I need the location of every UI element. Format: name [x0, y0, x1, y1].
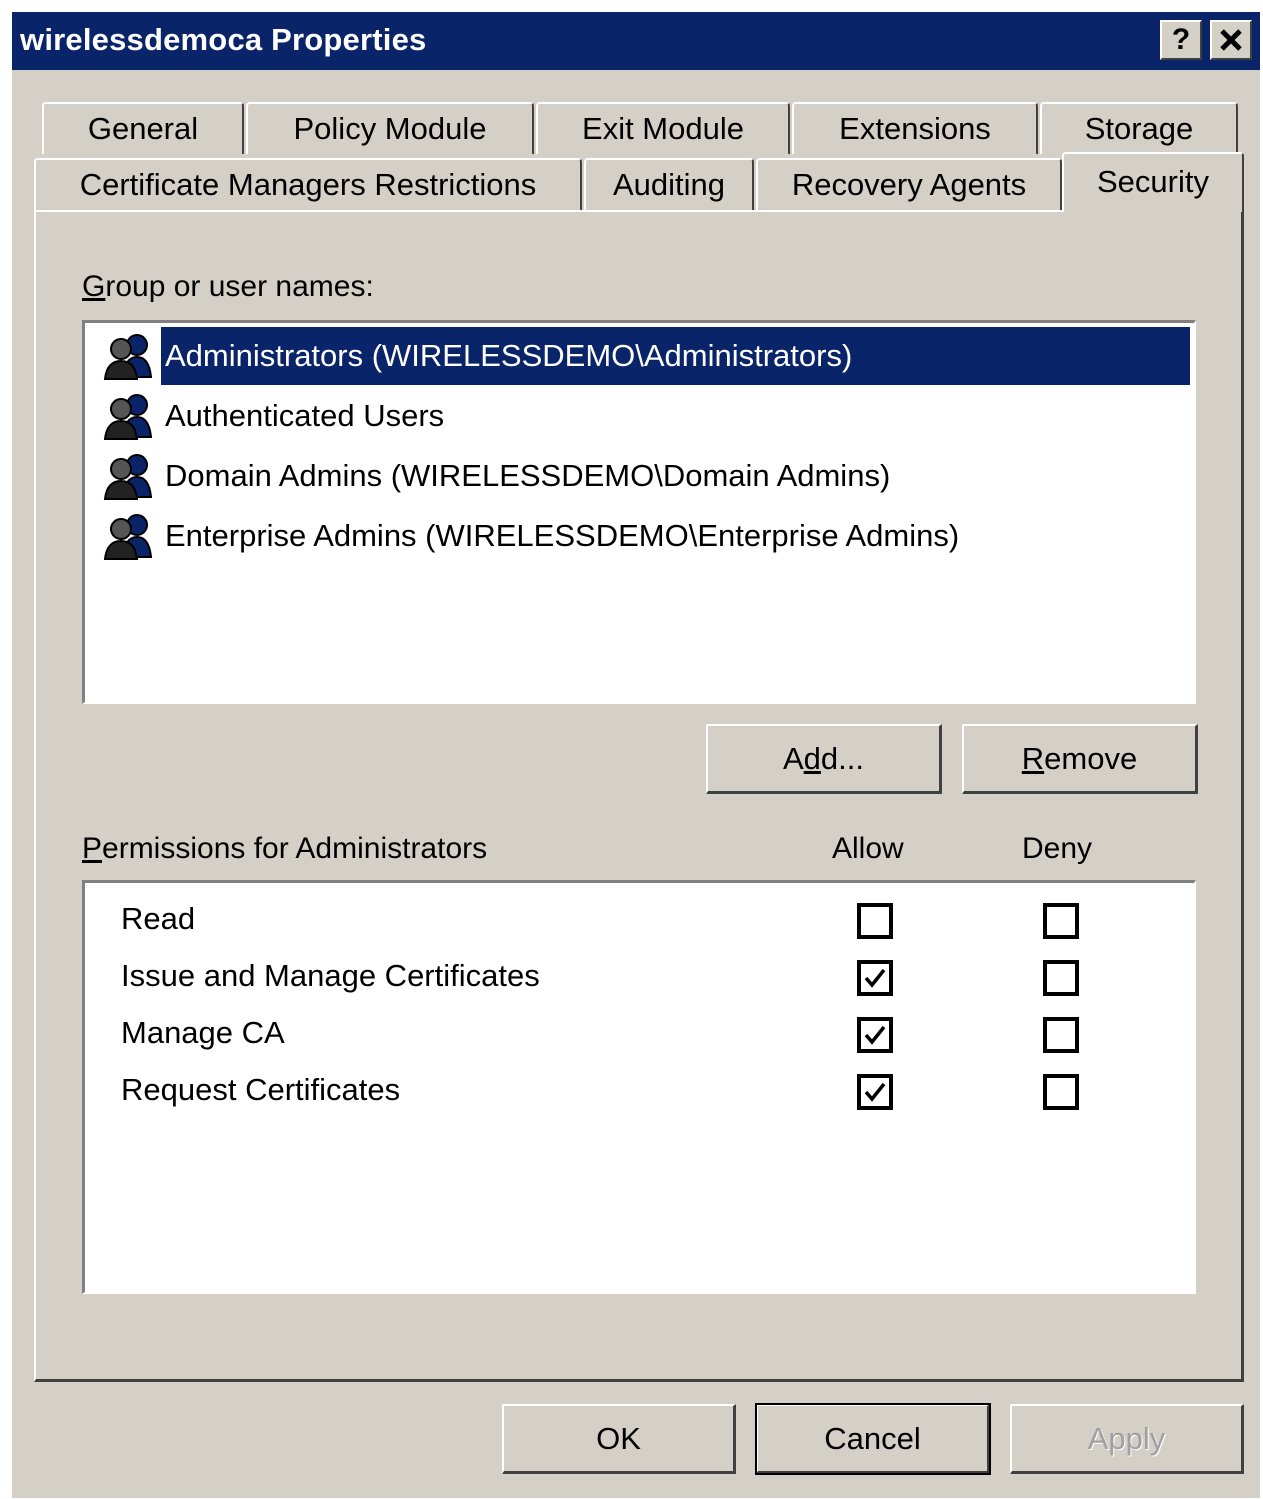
- apply-button[interactable]: Apply: [1010, 1404, 1244, 1474]
- permission-name: Read: [121, 901, 196, 936]
- tab-policy-module[interactable]: Policy Module: [246, 102, 534, 154]
- permissions-list: Read Issue and Manage Certificates Manag…: [82, 880, 1196, 1294]
- user-group-icon: [103, 334, 153, 380]
- deny-read-checkbox[interactable]: [1043, 903, 1079, 939]
- permission-name: Manage CA: [121, 1015, 285, 1050]
- permission-name: Request Certificates: [121, 1072, 401, 1107]
- help-button[interactable]: ?: [1160, 20, 1202, 60]
- tab-security[interactable]: Security: [1062, 152, 1244, 212]
- group-or-user-names-label: Group or user names:: [82, 270, 374, 303]
- allow-request-certificates-checkbox[interactable]: [857, 1074, 893, 1110]
- window-title: wirelessdemoca Properties: [20, 22, 427, 57]
- checkmark-icon: [864, 1082, 886, 1102]
- tab-exit-module[interactable]: Exit Module: [536, 102, 790, 154]
- remove-button[interactable]: Remove: [962, 724, 1198, 794]
- ok-button[interactable]: OK: [502, 1404, 736, 1474]
- tab-certificate-managers-restrictions[interactable]: Certificate Managers Restrictions: [34, 158, 582, 210]
- security-panel: Group or user names: Administrators (WIR…: [34, 210, 1244, 1382]
- add-button[interactable]: Add...: [706, 724, 942, 794]
- deny-column-header: Deny: [1022, 832, 1093, 865]
- close-button[interactable]: [1210, 20, 1252, 60]
- properties-dialog: wirelessdemoca Properties ? General Poli…: [12, 12, 1260, 1498]
- user-group-icon: [103, 394, 153, 440]
- cancel-button[interactable]: Cancel: [755, 1403, 991, 1475]
- tab-recovery-agents[interactable]: Recovery Agents: [756, 158, 1062, 210]
- allow-issue-manage-checkbox[interactable]: [857, 960, 893, 996]
- deny-request-certificates-checkbox[interactable]: [1043, 1074, 1079, 1110]
- user-label: Enterprise Admins (WIRELESSDEMO\Enterpri…: [165, 518, 960, 553]
- allow-manage-ca-checkbox[interactable]: [857, 1017, 893, 1053]
- tab-extensions[interactable]: Extensions: [792, 102, 1038, 154]
- user-group-icon: [103, 514, 153, 560]
- user-label: Authenticated Users: [165, 398, 445, 433]
- title-bar[interactable]: wirelessdemoca Properties ?: [12, 12, 1260, 70]
- tab-storage[interactable]: Storage: [1040, 102, 1238, 154]
- permissions-label: Permissions for Administrators: [82, 832, 488, 865]
- allow-column-header: Allow: [832, 832, 904, 865]
- list-item-administrators[interactable]: Administrators (WIRELESSDEMO\Administrat…: [101, 327, 1190, 385]
- user-group-icon: [103, 454, 153, 500]
- checkmark-icon: [864, 1025, 886, 1045]
- tab-auditing[interactable]: Auditing: [584, 158, 754, 210]
- close-icon: [1220, 29, 1242, 51]
- user-list[interactable]: Administrators (WIRELESSDEMO\Administrat…: [82, 320, 1196, 704]
- deny-manage-ca-checkbox[interactable]: [1043, 1017, 1079, 1053]
- permission-name: Issue and Manage Certificates: [121, 958, 540, 993]
- tab-general[interactable]: General: [42, 102, 244, 154]
- list-item-enterprise-admins[interactable]: Enterprise Admins (WIRELESSDEMO\Enterpri…: [101, 507, 1190, 565]
- list-item-authenticated-users[interactable]: Authenticated Users: [101, 387, 1190, 445]
- allow-read-checkbox[interactable]: [857, 903, 893, 939]
- deny-issue-manage-checkbox[interactable]: [1043, 960, 1079, 996]
- user-label: Domain Admins (WIRELESSDEMO\Domain Admin…: [165, 458, 891, 493]
- list-item-domain-admins[interactable]: Domain Admins (WIRELESSDEMO\Domain Admin…: [101, 447, 1190, 505]
- checkmark-icon: [864, 968, 886, 988]
- user-label: Administrators (WIRELESSDEMO\Administrat…: [161, 327, 1190, 385]
